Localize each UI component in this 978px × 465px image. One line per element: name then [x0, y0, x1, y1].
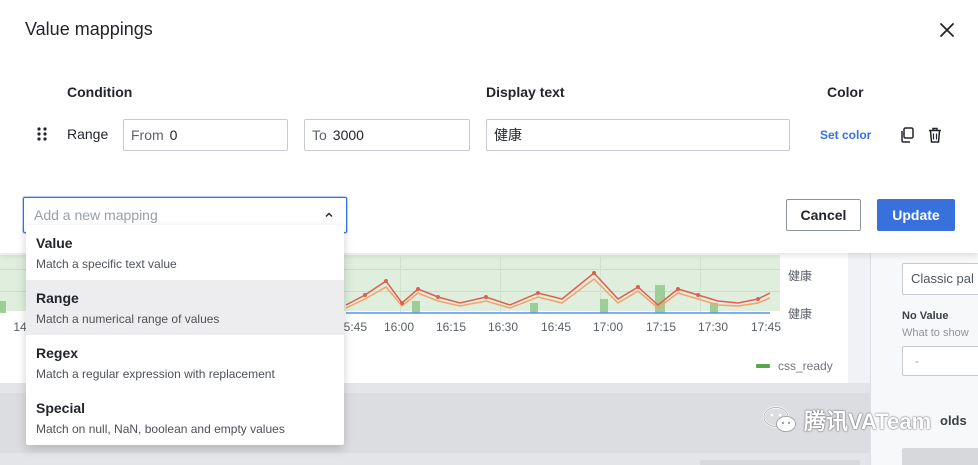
no-value-hint: What to show — [902, 327, 969, 339]
chart-point — [696, 293, 700, 297]
to-prefix: To — [312, 127, 327, 143]
from-prefix: From — [131, 127, 164, 143]
thresholds-label: olds — [940, 413, 967, 428]
menu-item-description: Match a regular expression with replacem… — [36, 367, 275, 381]
range-from-field[interactable]: From — [123, 119, 288, 151]
mapping-type-menu: Value Match a specific text value Range … — [26, 225, 344, 445]
chevron-up-icon — [325, 212, 333, 217]
display-text-field[interactable] — [486, 119, 790, 151]
chart-point — [756, 297, 760, 301]
chart-point — [400, 301, 404, 305]
header-display-text: Display text — [486, 84, 565, 100]
chart-bar — [655, 285, 665, 313]
chart-point — [384, 279, 388, 283]
chart-x-tick: 17:15 — [645, 320, 677, 334]
chart-x-tick: 16:45 — [540, 320, 572, 334]
watermark: 腾讯VATeam — [762, 404, 931, 436]
app-stage: 健康 健康 14 15:45 16:00 16:15 16:30 16:45 1… — [0, 0, 978, 465]
menu-item-label: Regex — [36, 345, 79, 361]
chart-bar — [530, 303, 538, 313]
chart-x-tick: 14 — [13, 320, 27, 334]
menu-item-special[interactable]: Special Match on null, NaN, boolean and … — [26, 390, 344, 445]
chart-series-orange — [345, 278, 771, 309]
menu-item-description: Match a numerical range of values — [36, 312, 220, 326]
cancel-button[interactable]: Cancel — [786, 199, 861, 231]
value-mappings-modal: Value mappings Condition Display text Co… — [0, 0, 978, 253]
header-condition: Condition — [67, 84, 133, 100]
menu-item-description: Match on null, NaN, boolean and empty va… — [36, 422, 285, 436]
chart-x-tick: 17:30 — [697, 320, 729, 334]
legend-swatch — [756, 364, 770, 368]
menu-item-label: Range — [36, 290, 79, 306]
wechat-logo-icon — [762, 406, 796, 432]
range-to-input[interactable] — [332, 127, 462, 143]
chart-point — [416, 287, 420, 291]
chart-x-tick: 17:45 — [750, 320, 782, 334]
chart-bar — [0, 301, 6, 313]
display-text-input[interactable] — [494, 127, 782, 143]
chart-point — [636, 285, 640, 289]
duplicate-button[interactable] — [899, 126, 915, 144]
chart-x-tick: 17:00 — [592, 320, 624, 334]
chart-y-label: 健康 — [788, 307, 813, 321]
trash-icon — [929, 127, 941, 143]
menu-item-description: Match a specific text value — [36, 257, 177, 271]
close-icon — [940, 23, 954, 37]
chart-point — [676, 287, 680, 291]
add-mapping-placeholder: Add a new mapping — [34, 207, 158, 223]
drag-handle-icon[interactable] — [36, 126, 48, 142]
update-button[interactable]: Update — [877, 199, 955, 231]
sidebar-bottom-control — [902, 448, 978, 465]
color-scheme-select[interactable]: Classic pal — [902, 263, 978, 295]
chart-x-tick: 16:15 — [435, 320, 467, 334]
chart-point — [363, 293, 367, 297]
chart-point — [484, 295, 488, 299]
watermark-text: 腾讯VATeam — [804, 409, 932, 434]
mapping-type-label: Range — [67, 126, 109, 142]
range-from-input[interactable] — [169, 127, 280, 143]
chart-y-label: 健康 — [788, 269, 813, 283]
set-color-button[interactable]: Set color — [820, 128, 871, 142]
menu-item-range[interactable]: Range Match a numerical range of values — [26, 280, 344, 335]
bottom-bar — [700, 460, 860, 465]
chart-legend[interactable]: css_ready — [756, 359, 833, 373]
chart-point — [536, 291, 540, 295]
no-value-label: No Value — [902, 310, 949, 322]
modal-title: Value mappings — [25, 19, 153, 39]
menu-item-label: Value — [36, 235, 73, 251]
chart-point — [592, 271, 596, 275]
chart-x-tick: 16:00 — [383, 320, 415, 334]
copy-icon — [901, 127, 914, 143]
chart-bar — [600, 299, 608, 313]
legend-label: css_ready — [778, 359, 833, 373]
chart-x-tick: 16:30 — [487, 320, 519, 334]
no-value-input[interactable]: - — [902, 346, 978, 376]
delete-button[interactable] — [927, 126, 943, 144]
chart-point — [436, 295, 440, 299]
menu-item-value[interactable]: Value Match a specific text value — [26, 225, 344, 280]
range-to-field[interactable]: To — [304, 119, 470, 151]
menu-item-label: Special — [36, 400, 86, 416]
header-color: Color — [827, 84, 864, 100]
menu-item-regex[interactable]: Regex Match a regular expression with re… — [26, 335, 344, 390]
chart-bar — [412, 301, 420, 313]
close-button[interactable] — [935, 18, 959, 42]
